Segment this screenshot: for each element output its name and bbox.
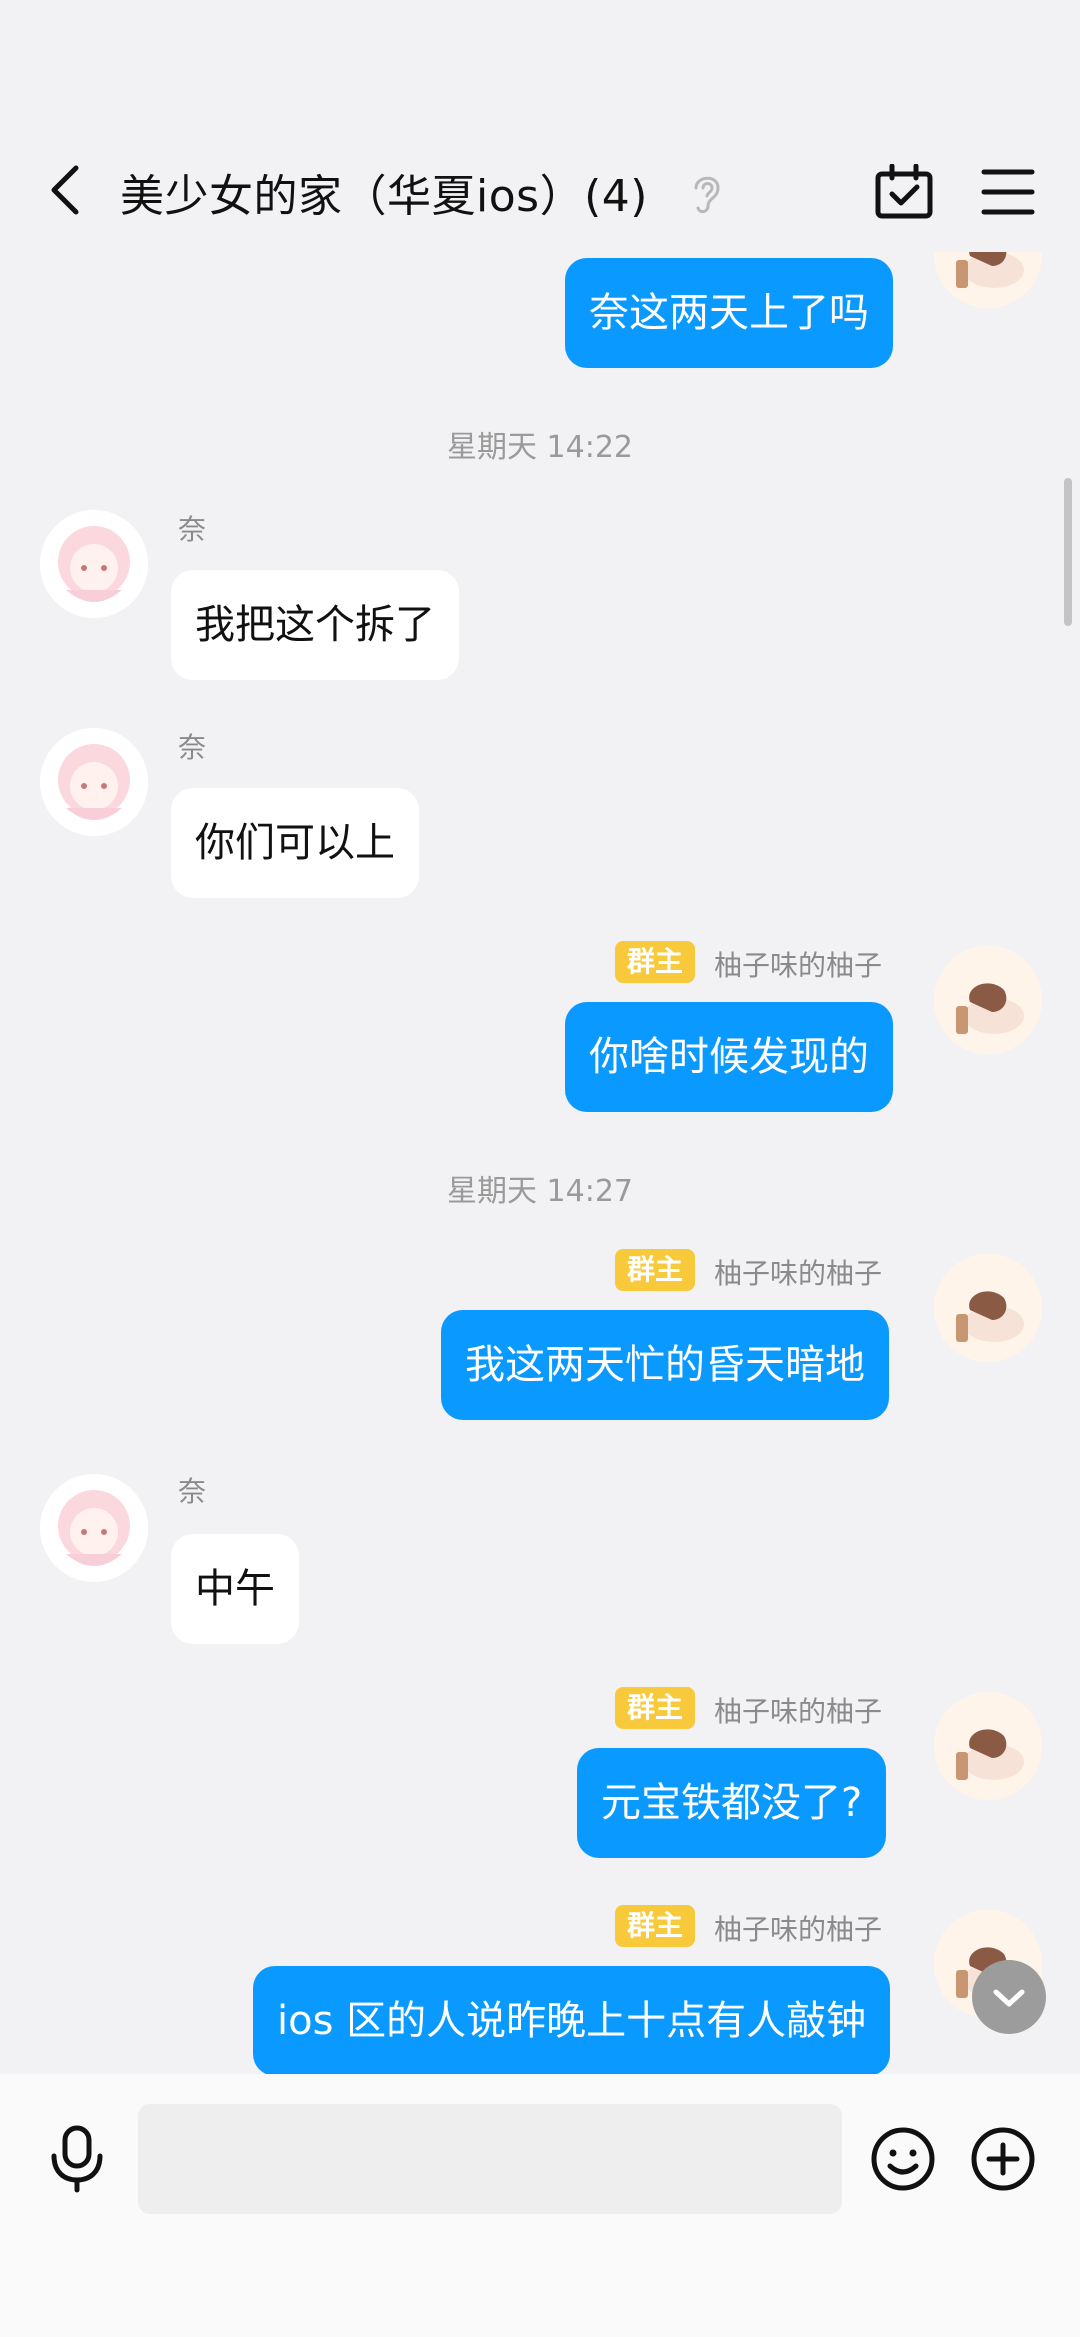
sender-name: 柚子味的柚子 xyxy=(714,1257,883,1290)
message-bubble[interactable]: ios 区的人说昨晚上十点有人敲钟 xyxy=(253,1966,891,2074)
timestamp: 星期天 14:27 xyxy=(447,1174,633,1209)
owner-badge: 群主 xyxy=(615,1249,696,1291)
plus-circle-icon[interactable] xyxy=(970,2126,1036,2192)
sender-name: 柚子味的柚子 xyxy=(714,949,883,982)
owner-badge: 群主 xyxy=(615,1687,696,1729)
message-bubble[interactable]: 你啥时候发现的 xyxy=(565,1002,893,1112)
avatar[interactable] xyxy=(40,510,148,618)
ear-icon[interactable] xyxy=(688,168,726,216)
chat-screen: 美少女的家（华夏ios）(4) 奈这两天上了吗 星期天 14:22 奈 我把这个… xyxy=(0,0,1080,2337)
sender-name: 柚子味的柚子 xyxy=(714,1695,883,1728)
sender-name: 柚子味的柚子 xyxy=(714,1913,883,1946)
message-bubble[interactable]: 元宝铁都没了? xyxy=(577,1748,887,1858)
sender-name: 奈 xyxy=(178,1475,207,1508)
calendar-check-icon[interactable] xyxy=(874,164,934,220)
avatar[interactable] xyxy=(934,252,1042,308)
avatar[interactable] xyxy=(40,728,148,836)
scroll-to-bottom-button[interactable] xyxy=(972,1960,1046,2034)
message-bubble[interactable]: 你们可以上 xyxy=(171,788,419,898)
chat-header: 美少女的家（华夏ios）(4) xyxy=(0,0,1080,252)
avatar[interactable] xyxy=(40,1474,148,1582)
sender-name: 奈 xyxy=(178,731,207,764)
sender-name: 奈 xyxy=(178,513,207,546)
chevron-down-icon xyxy=(993,1989,1025,2007)
avatar[interactable] xyxy=(934,1692,1042,1800)
message-list[interactable]: 奈这两天上了吗 星期天 14:22 奈 我把这个拆了 奈 你们可以上 群主 柚子… xyxy=(0,252,1080,2074)
hamburger-menu-icon[interactable] xyxy=(980,166,1036,218)
avatar[interactable] xyxy=(934,946,1042,1054)
chat-title[interactable]: 美少女的家（华夏ios）(4) xyxy=(120,160,648,224)
message-bubble[interactable]: 中午 xyxy=(171,1534,299,1644)
scrollbar[interactable] xyxy=(1064,478,1072,626)
microphone-icon[interactable] xyxy=(46,2124,108,2194)
message-bubble[interactable]: 奈这两天上了吗 xyxy=(565,258,893,368)
message-input[interactable] xyxy=(138,2104,842,2214)
owner-badge: 群主 xyxy=(615,941,696,983)
emoji-icon[interactable] xyxy=(870,2126,936,2192)
timestamp: 星期天 14:22 xyxy=(447,430,633,465)
message-bubble[interactable]: 我把这个拆了 xyxy=(171,570,459,680)
avatar[interactable] xyxy=(934,1254,1042,1362)
back-icon[interactable] xyxy=(42,162,90,218)
owner-badge: 群主 xyxy=(615,1905,696,1947)
message-bubble[interactable]: 我这两天忙的昏天暗地 xyxy=(441,1310,889,1420)
